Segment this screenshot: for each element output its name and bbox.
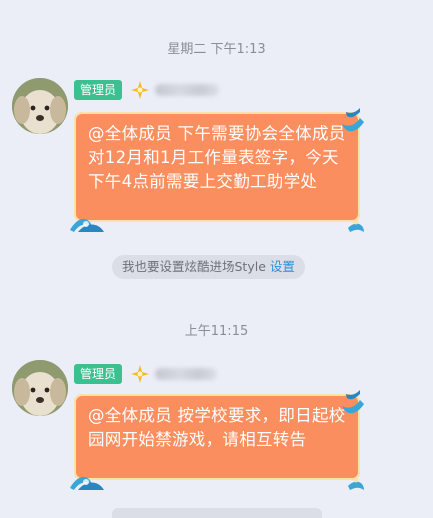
- admin-badge: 管理员: [74, 364, 123, 384]
- message-bubble[interactable]: @全体成员 按学校要求，即日起校园网开始禁游戏，请相互转告: [74, 394, 360, 480]
- entrance-style-prompt: 我也要设置炫酷进场Style 设置: [112, 255, 305, 279]
- message-bubble[interactable]: @全体成员 下午需要协会全体成员对12月和1月工作量表签字，今天下午4点前需要上…: [74, 112, 360, 222]
- admin-badge: 管理员: [74, 80, 123, 100]
- message-text: @全体成员 下午需要协会全体成员对12月和1月工作量表签字，今天下午4点前需要上…: [88, 124, 346, 191]
- entrance-style-settings-link[interactable]: 设置: [270, 259, 295, 274]
- sparkle-icon: [131, 365, 149, 383]
- dog-avatar-icon: [12, 78, 68, 134]
- sender-name-blurred: [155, 84, 219, 96]
- sparkle-icon: [131, 81, 149, 99]
- sender-avatar[interactable]: [12, 360, 68, 416]
- sender-avatar[interactable]: [12, 78, 68, 134]
- sender-name-blurred: [155, 368, 217, 380]
- next-item-partial: [112, 508, 322, 518]
- dog-avatar-icon: [12, 360, 68, 416]
- message-timestamp: 上午11:15: [184, 324, 249, 339]
- entrance-style-text: 我也要设置炫酷进场Style: [122, 259, 266, 274]
- message-timestamp: 星期二 下午1:13: [167, 42, 266, 57]
- message-text: @全体成员 按学校要求，即日起校园网开始禁游戏，请相互转告: [88, 406, 346, 449]
